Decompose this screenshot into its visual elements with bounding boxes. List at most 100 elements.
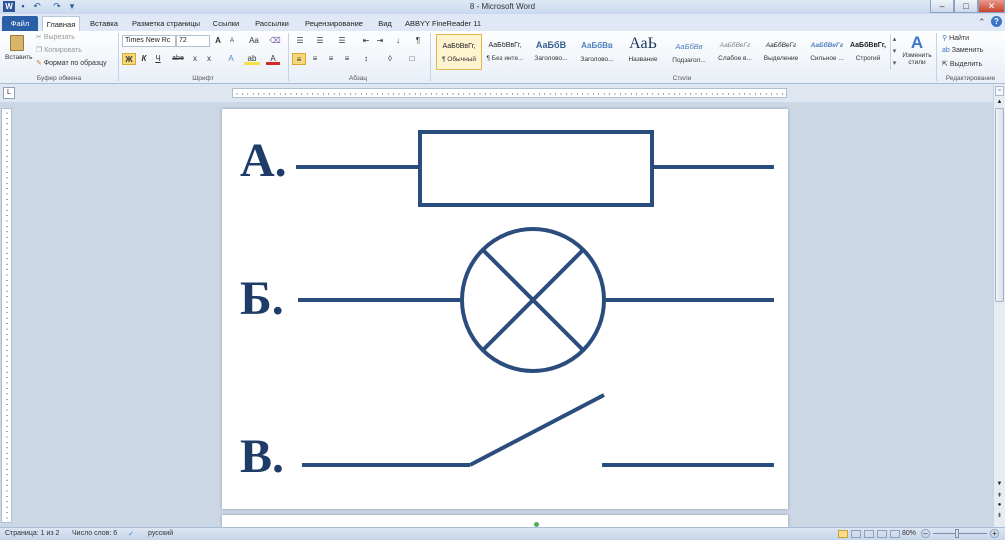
style-name: Слабое в... (718, 55, 752, 62)
font-size-select[interactable]: 72 (176, 35, 210, 47)
tab-home[interactable]: Главная (42, 16, 80, 31)
word-count[interactable]: Число слов: 6 (72, 530, 117, 537)
ruler-toggle-icon[interactable]: ▫ (995, 86, 1004, 96)
replace-button[interactable]: ab Заменить (942, 47, 983, 54)
minimize-button[interactable]: – (930, 0, 954, 13)
style-heading-2[interactable]: АаБбВв Заголово... (574, 34, 620, 70)
paste-label: Вставить (5, 54, 33, 61)
horizontal-ruler[interactable] (232, 88, 787, 98)
text-effects-button[interactable]: A (224, 53, 238, 65)
format-painter-button[interactable]: ✎ Формат по образцу (36, 59, 107, 67)
document-page[interactable]: А. Б. В. (222, 109, 788, 509)
outline-view-icon[interactable] (877, 530, 887, 538)
page-count[interactable]: Страница: 1 из 2 (5, 530, 59, 537)
draft-view-icon[interactable] (890, 530, 900, 538)
tab-selector-icon[interactable]: L (3, 87, 15, 99)
decrease-indent-button[interactable]: ⇤ (360, 35, 372, 47)
paste-button[interactable]: Вставить (5, 34, 33, 68)
italic-button[interactable]: К (138, 53, 150, 65)
style-emphasis[interactable]: АаБбВеГг Выделение (758, 34, 804, 70)
select-button[interactable]: ⇱ Выделить (942, 60, 982, 68)
tab-mailings[interactable]: Рассылки (250, 16, 294, 31)
numbering-button[interactable]: ☰ (312, 35, 328, 47)
tab-references[interactable]: Ссылки (208, 16, 244, 31)
minimize-ribbon-icon[interactable]: ⌃ (978, 17, 986, 28)
find-button[interactable]: ⚲ Найти (942, 34, 969, 42)
align-left-button[interactable]: ≡ (292, 53, 306, 65)
tab-abbyy[interactable]: ABBYY FineReader 11 (402, 16, 484, 31)
scrollbar-thumb[interactable] (995, 108, 1004, 302)
zoom-slider-thumb[interactable] (955, 529, 959, 538)
style-no-spacing[interactable]: АаБбВвГг, ¶ Без инте... (482, 34, 528, 70)
styles-scroll-icon[interactable]: ▴ ▾ ▾ (890, 34, 898, 70)
style-name: Заголово... (534, 55, 568, 62)
scroll-up-icon[interactable]: ▲ (995, 98, 1004, 107)
increase-indent-button[interactable]: ⇥ (374, 35, 386, 47)
style-strong[interactable]: АаБбВвГг, Строгий (845, 34, 891, 70)
bold-button[interactable]: Ж (122, 53, 136, 65)
style-subtitle[interactable]: АаБбВв Подзагол... (666, 34, 712, 70)
change-case-button[interactable]: Aa (246, 35, 262, 47)
circuit-diagram (296, 130, 774, 467)
strikethrough-button[interactable]: abe (170, 53, 186, 65)
group-label-clipboard: Буфер обмена (36, 75, 82, 82)
bullets-button[interactable]: ☰ (292, 35, 308, 47)
font-family-select[interactable]: Times New Rc (122, 35, 176, 47)
style-preview: АаБбВв (581, 41, 613, 50)
tab-review[interactable]: Рецензирование (300, 16, 368, 31)
style-subtle-emphasis[interactable]: АаБбВеГг Слабое в... (712, 34, 758, 70)
tab-view[interactable]: Вид (374, 16, 396, 31)
shrink-font-button[interactable]: A (226, 35, 238, 47)
sort-button[interactable]: ↓ (392, 35, 404, 47)
subscript-button[interactable]: x (190, 53, 200, 65)
style-heading-1[interactable]: АаБбВ Заголово... (528, 34, 574, 70)
cut-button[interactable]: ✂ Вырезать (36, 33, 75, 41)
tab-insert[interactable]: Вставка (84, 16, 124, 31)
underline-button[interactable]: Ч (152, 53, 164, 65)
style-normal[interactable]: АаБбВвГг, ¶ Обычный (436, 34, 482, 70)
web-layout-view-icon[interactable] (864, 530, 874, 538)
scissors-icon: ✂ (36, 34, 44, 41)
multilevel-list-button[interactable]: ☰ (334, 35, 350, 47)
clear-format-button[interactable]: ⌫ (268, 35, 282, 47)
tab-file[interactable]: Файл (2, 16, 38, 31)
zoom-slider[interactable] (933, 533, 987, 534)
spellcheck-icon[interactable]: ✓ (128, 530, 134, 538)
vertical-scrollbar[interactable]: ▫ ▲ ▼ ⇞ ● ⇟ (993, 84, 1005, 527)
superscript-button[interactable]: x (204, 53, 214, 65)
justify-button[interactable]: ≡ (340, 53, 354, 65)
highlight-button[interactable]: ab (244, 53, 260, 65)
tab-page-layout[interactable]: Разметка страницы (128, 16, 204, 31)
cursor-icon: ⇱ (942, 61, 950, 68)
borders-button[interactable]: □ (404, 53, 420, 65)
previous-page-icon[interactable]: ⇞ (995, 492, 1004, 499)
print-layout-view-icon[interactable] (838, 530, 848, 538)
close-button[interactable]: ✕ (978, 0, 1005, 13)
grow-font-button[interactable]: A (212, 35, 224, 47)
full-screen-view-icon[interactable] (851, 530, 861, 538)
scroll-down-icon[interactable]: ▼ (995, 480, 1004, 489)
document-page-2[interactable] (222, 515, 788, 527)
zoom-out-icon[interactable]: – (921, 529, 930, 538)
browse-object-icon[interactable]: ● (995, 502, 1004, 508)
align-center-button[interactable]: ≡ (308, 53, 322, 65)
next-page-icon[interactable]: ⇟ (995, 512, 1004, 519)
align-right-button[interactable]: ≡ (324, 53, 338, 65)
ribbon: Вставить ✂ Вырезать ❐ Копировать ✎ Форма… (0, 31, 1005, 84)
font-color-button[interactable]: A (266, 53, 280, 65)
style-intense-emphasis[interactable]: АаБбВеГг Сильное ... (804, 34, 850, 70)
ruler-ticks (236, 93, 783, 95)
zoom-level[interactable]: 80% (902, 530, 916, 537)
style-title[interactable]: АаЬ Название (620, 34, 666, 70)
help-icon[interactable]: ? (991, 16, 1002, 27)
maximize-button[interactable]: □ (954, 0, 978, 13)
language-indicator[interactable]: русский (148, 530, 173, 537)
copy-button[interactable]: ❐ Копировать (36, 46, 82, 54)
vertical-ruler[interactable] (1, 108, 12, 523)
change-styles-button[interactable]: A Изменить стили (900, 34, 934, 72)
show-marks-button[interactable]: ¶ (412, 35, 424, 47)
shading-button[interactable]: ◊ (382, 53, 398, 65)
zoom-in-icon[interactable]: + (990, 529, 999, 538)
replace-label: Заменить (951, 47, 984, 54)
line-spacing-button[interactable]: ↕ (358, 53, 374, 65)
